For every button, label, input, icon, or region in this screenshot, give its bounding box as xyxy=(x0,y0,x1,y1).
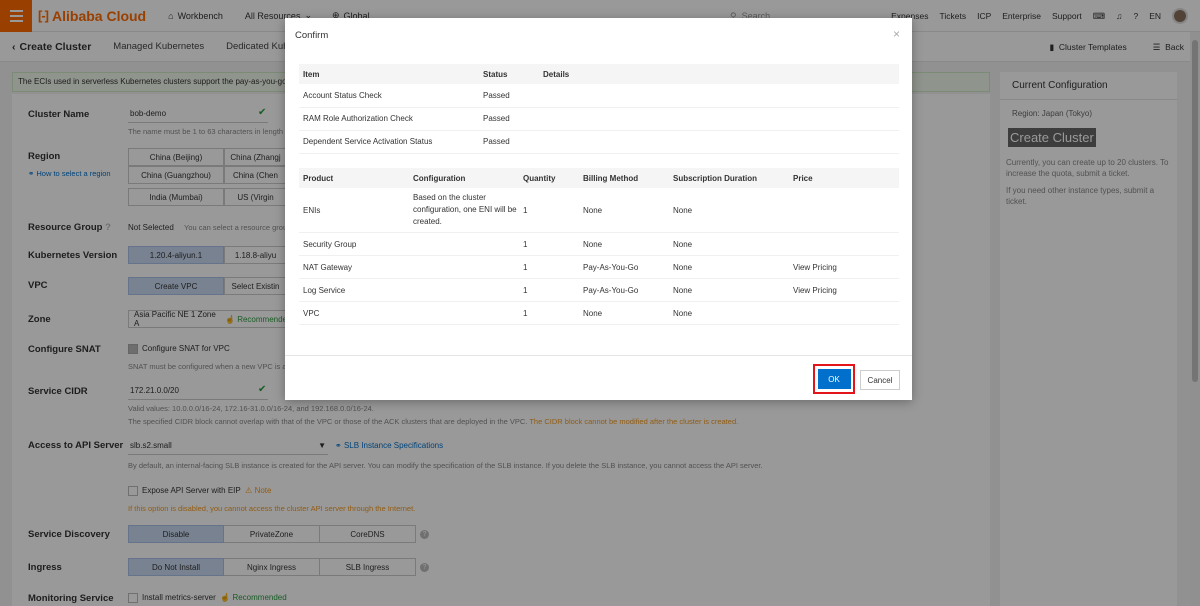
product-billing: Pay-As-You-Go xyxy=(579,278,669,302)
table-row: ENIs Based on the cluster configuration,… xyxy=(299,188,899,233)
table-header-row: Item Status Details xyxy=(299,64,899,84)
product-name: Security Group xyxy=(299,232,409,256)
product-price xyxy=(789,232,899,256)
product-billing: None xyxy=(579,188,669,233)
product-configuration: Based on the cluster configuration, one … xyxy=(409,188,519,233)
table-header-row: Product Configuration Quantity Billing M… xyxy=(299,168,899,188)
dialog-footer: OK Cancel xyxy=(285,355,912,400)
dialog-title: Confirm xyxy=(295,30,329,41)
ok-button-highlight: OK xyxy=(813,364,855,394)
product-billing: Pay-As-You-Go xyxy=(579,255,669,279)
product-billing: None xyxy=(579,301,669,325)
product-duration: None xyxy=(669,232,789,256)
column-header: Item xyxy=(299,64,479,84)
view-pricing-link[interactable]: View Pricing xyxy=(789,255,899,279)
product-table: Product Configuration Quantity Billing M… xyxy=(299,168,899,325)
product-duration: None xyxy=(669,255,789,279)
check-status: Passed xyxy=(479,107,539,131)
table-row: Dependent Service Activation Status Pass… xyxy=(299,130,899,154)
table-row: Log Service 1 Pay-As-You-Go None View Pr… xyxy=(299,278,899,302)
check-status: Passed xyxy=(479,84,539,108)
product-quantity: 1 xyxy=(519,278,579,302)
table-row: NAT Gateway 1 Pay-As-You-Go None View Pr… xyxy=(299,255,899,279)
close-icon[interactable]: × xyxy=(893,27,900,41)
check-status: Passed xyxy=(479,130,539,154)
check-item: Account Status Check xyxy=(299,84,479,108)
column-header: Configuration xyxy=(409,168,519,188)
check-table: Item Status Details Account Status Check… xyxy=(299,64,899,154)
product-configuration xyxy=(409,278,519,302)
table-row: Security Group 1 None None xyxy=(299,232,899,256)
product-name: ENIs xyxy=(299,188,409,233)
column-header: Price xyxy=(789,168,899,188)
product-configuration xyxy=(409,232,519,256)
column-header: Quantity xyxy=(519,168,579,188)
confirm-dialog: Confirm × Item Status Details Account St… xyxy=(285,18,912,400)
product-quantity: 1 xyxy=(519,232,579,256)
product-name: NAT Gateway xyxy=(299,255,409,279)
product-configuration xyxy=(409,301,519,325)
product-duration: None xyxy=(669,188,789,233)
column-header: Subscription Duration xyxy=(669,168,789,188)
column-header: Status xyxy=(479,64,539,84)
product-price xyxy=(789,188,899,233)
view-pricing-link[interactable]: View Pricing xyxy=(789,278,899,302)
table-row: Account Status Check Passed xyxy=(299,84,899,108)
product-duration: None xyxy=(669,301,789,325)
product-name: Log Service xyxy=(299,278,409,302)
product-duration: None xyxy=(669,278,789,302)
check-item: RAM Role Authorization Check xyxy=(299,107,479,131)
product-quantity: 1 xyxy=(519,255,579,279)
column-header: Billing Method xyxy=(579,168,669,188)
product-price xyxy=(789,301,899,325)
product-quantity: 1 xyxy=(519,188,579,233)
check-item: Dependent Service Activation Status xyxy=(299,130,479,154)
table-row: RAM Role Authorization Check Passed xyxy=(299,107,899,131)
ok-button[interactable]: OK xyxy=(817,369,851,389)
column-header: Details xyxy=(539,64,899,84)
table-row: VPC 1 None None xyxy=(299,301,899,325)
column-header: Product xyxy=(299,168,409,188)
product-billing: None xyxy=(579,232,669,256)
product-configuration xyxy=(409,255,519,279)
cancel-button[interactable]: Cancel xyxy=(860,370,900,390)
product-quantity: 1 xyxy=(519,301,579,325)
product-name: VPC xyxy=(299,301,409,325)
